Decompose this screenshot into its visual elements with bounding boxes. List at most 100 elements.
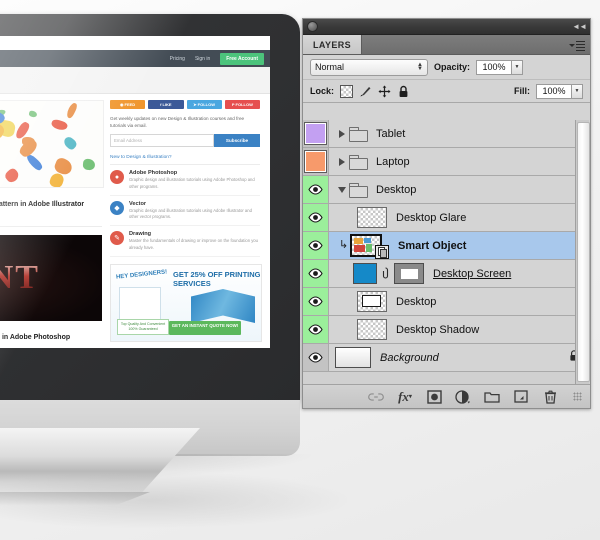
social-pinterest-button[interactable]: P FOLLOW <box>225 100 260 109</box>
tab-layers[interactable]: LAYERS <box>303 35 362 54</box>
new-adjustment-layer-icon[interactable] <box>455 389 471 405</box>
layer-name-background[interactable]: Background <box>380 352 439 364</box>
fill-stepper-icon[interactable]: ▼ <box>572 84 583 99</box>
layer-name-laptop[interactable]: Laptop <box>376 156 410 168</box>
delete-layer-icon[interactable] <box>542 389 558 405</box>
layer-row-background[interactable]: Background <box>303 344 590 372</box>
free-account-button[interactable]: Free Account <box>220 53 264 65</box>
topic-0-desc: Graphic design and illustration tutorial… <box>129 177 260 190</box>
layers-scrollbar[interactable] <box>575 120 589 384</box>
visibility-toggle-tablet[interactable] <box>303 120 329 147</box>
visibility-toggle-desktop[interactable] <box>303 288 329 315</box>
layer-thumbnail-desktop[interactable] <box>357 291 387 312</box>
fill-control[interactable]: 100% ▼ <box>536 84 583 99</box>
opacity-stepper-icon[interactable]: ▼ <box>512 60 523 75</box>
layer-name-desktop-shadow[interactable]: Desktop Shadow <box>396 324 479 336</box>
layer-thumbnail-background[interactable] <box>335 347 371 368</box>
subscribe-button[interactable]: Subscribe <box>214 134 260 147</box>
layer-thumbnail-smart-object[interactable] <box>350 234 382 257</box>
sidebar-advertisement[interactable]: HEY DESIGNERS! GET 25% OFF PRINTING SERV… <box>110 264 262 342</box>
visibility-toggle-desktop-screen[interactable] <box>303 260 329 287</box>
opacity-input[interactable]: 100% <box>476 60 512 75</box>
layer-row-tablet[interactable]: Tablet <box>303 120 590 148</box>
layer-mask-thumbnail[interactable] <box>394 263 424 284</box>
blend-mode-value: Normal <box>315 62 344 72</box>
layer-row-desktop-screen[interactable]: Desktop Screen <box>303 260 590 288</box>
layer-style-fx-icon[interactable]: fx ▾ <box>397 389 413 405</box>
collapse-group-desktop[interactable] <box>337 187 347 193</box>
pattern-shape <box>3 166 21 184</box>
article-1-title[interactable]: How to Create a Children's Flat Animal P… <box>0 200 102 209</box>
resize-grip-icon[interactable] <box>573 392 582 401</box>
pinterest-icon: P <box>232 102 235 107</box>
ad-book-graphic <box>191 289 255 323</box>
collapse-panel-icon[interactable]: ◄◄ <box>572 22 586 31</box>
visibility-toggle-background[interactable] <box>303 344 329 371</box>
panel-menu-lines <box>576 41 585 52</box>
article-1-image[interactable] <box>0 100 104 188</box>
topic-item-vector[interactable]: ◆ Vector Graphic design and illustration… <box>110 196 260 227</box>
layer-name-tablet[interactable]: Tablet <box>376 128 405 140</box>
link-layers-icon[interactable] <box>368 389 384 405</box>
layer-name-smart-object[interactable]: Smart Object <box>398 240 466 252</box>
layer-thumbnail-solid-fill[interactable] <box>353 263 377 284</box>
layer-thumbnail-desktop-shadow[interactable] <box>357 319 387 340</box>
social-twitter-button[interactable]: ➤ FOLLOW <box>187 100 222 109</box>
visibility-toggle-smart-object[interactable] <box>303 232 329 259</box>
lock-transparency-icon[interactable] <box>340 85 353 98</box>
drawing-icon: ✎ <box>110 231 124 245</box>
pattern-shape <box>28 110 37 118</box>
nav-item-signin[interactable]: Sign in <box>195 56 210 62</box>
tab-layers-label: LAYERS <box>313 40 351 50</box>
social-pinterest-label: FOLLOW <box>236 102 253 107</box>
folder-icon <box>349 155 367 169</box>
layer-row-desktop-group[interactable]: Desktop <box>303 176 590 204</box>
new-group-icon[interactable] <box>484 389 500 405</box>
lock-position-icon[interactable] <box>378 85 391 98</box>
opacity-control[interactable]: 100% ▼ <box>476 60 523 75</box>
visibility-toggle-desktop-shadow[interactable] <box>303 316 329 343</box>
add-layer-mask-icon[interactable] <box>426 389 442 405</box>
fill-input[interactable]: 100% <box>536 84 572 99</box>
layer-row-desktop[interactable]: Desktop <box>303 288 590 316</box>
topic-item-photoshop[interactable]: ● Adobe Photoshop Graphic design and ill… <box>110 165 260 196</box>
layer-row-smart-object[interactable]: ↳ Smart Object <box>303 232 590 260</box>
layer-thumbnail-desktop-glare[interactable] <box>357 207 387 228</box>
expand-group-tablet[interactable] <box>337 130 347 138</box>
layer-name-desktop-group[interactable]: Desktop <box>376 184 416 196</box>
ad-cta-button[interactable]: GET AN INSTANT QUOTE NOW! <box>169 321 241 335</box>
layer-name-desktop-glare[interactable]: Desktop Glare <box>396 212 466 224</box>
article-2-image[interactable]: SAINT <box>0 235 102 321</box>
lock-image-icon[interactable] <box>359 85 372 98</box>
link-mask-icon[interactable] <box>380 267 391 280</box>
visibility-toggle-desktop-group[interactable] <box>303 176 329 203</box>
article-2-category[interactable]: TEXT EFFECTS <box>0 326 102 331</box>
panel-menu-icon[interactable] <box>569 41 585 52</box>
layer-row-desktop-glare[interactable]: Desktop Glare <box>303 204 590 232</box>
expand-group-laptop[interactable] <box>337 158 347 166</box>
panel-close-icon[interactable] <box>307 21 318 32</box>
layer-name-desktop[interactable]: Desktop <box>396 296 436 308</box>
topic-item-drawing[interactable]: ✎ Drawing Master the fundamentals of dra… <box>110 226 260 257</box>
article-1-category[interactable]: PATTERNS <box>0 193 102 198</box>
nav-item-pricing[interactable]: Pricing <box>170 56 185 62</box>
clipping-mask-icon: ↳ <box>339 240 350 251</box>
lock-all-icon[interactable] <box>397 85 410 98</box>
layer-row-laptop[interactable]: Laptop <box>303 148 590 176</box>
email-input[interactable]: Email Address <box>110 134 214 147</box>
layer-name-desktop-screen[interactable]: Desktop Screen <box>433 268 511 280</box>
expert-help-link[interactable]: pert Help New! <box>0 36 270 46</box>
social-like-button[interactable]: f LIKE <box>148 100 183 109</box>
social-feed-button[interactable]: ◉ FEED <box>110 100 145 109</box>
panel-titlebar[interactable]: ◄◄ <box>303 19 590 35</box>
article-2-meta: Enrique Elicabe • 1 day ago • 276 shares <box>0 347 102 348</box>
article-2-title[interactable]: How to Create a Hot Concrete Text Effect… <box>0 333 102 342</box>
layer-row-desktop-shadow[interactable]: Desktop Shadow <box>303 316 590 344</box>
visibility-toggle-desktop-glare[interactable] <box>303 204 329 231</box>
layers-scrollbar-thumb[interactable] <box>577 122 590 382</box>
visibility-toggle-laptop[interactable] <box>303 148 329 175</box>
blend-mode-select[interactable]: Normal ▲ ▼ <box>310 59 428 76</box>
twitter-icon: ➤ <box>193 102 196 107</box>
site-navbar: Courses eBooks Blog Pricing Sign in Free… <box>0 50 270 67</box>
new-layer-icon[interactable] <box>513 389 529 405</box>
